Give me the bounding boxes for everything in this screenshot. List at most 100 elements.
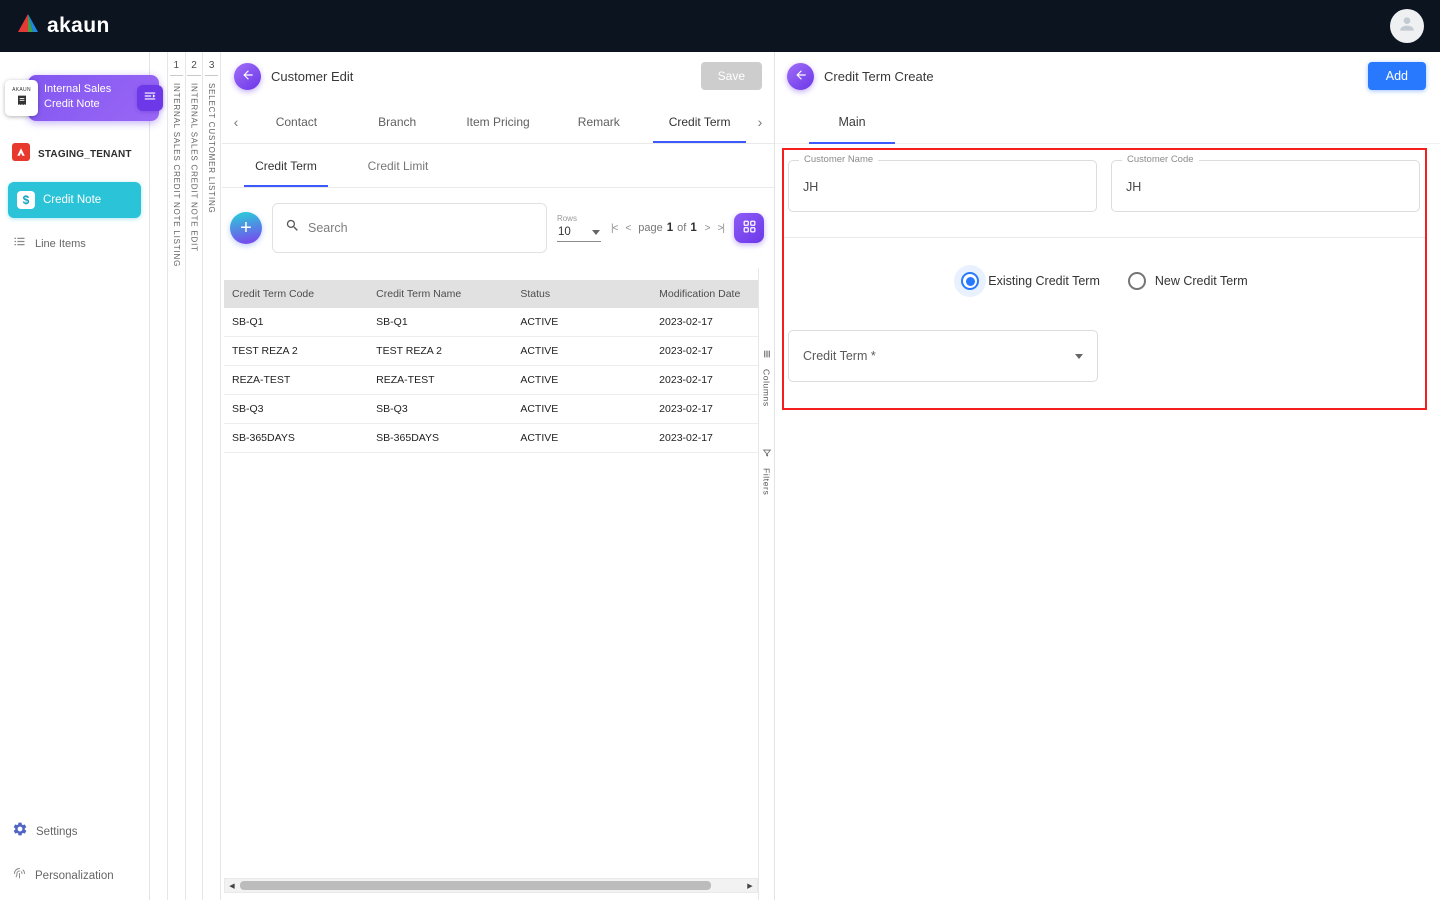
customer-code-input[interactable] [1112,161,1419,211]
arrow-back-icon [794,68,808,85]
brand: akaun [16,12,110,41]
back-button[interactable] [234,63,261,90]
credit-note-icon: $ [17,191,35,209]
pagination: |< < page 1 of 1 > >| [611,222,724,234]
breadcrumb-label: INTERNAL SALES CREDIT NOTE EDIT [190,83,199,252]
customer-name-input[interactable] [789,161,1096,211]
page-indicator: page 1 of 1 [638,222,696,234]
filters-label: Filters [762,468,772,495]
page-title: Customer Edit [271,69,353,84]
sidebar-item-label: Line Items [35,238,86,250]
grid-view-button[interactable] [734,213,764,243]
credit-term-mode-radio-group: Existing Credit Term New Credit Term [784,272,1425,290]
table-header-row: Credit Term Code Credit Term Name Status… [224,280,758,308]
table-row[interactable]: SB-Q1 SB-Q1 ACTIVE 2023-02-17 [224,308,758,337]
menu-toggle-button[interactable] [137,85,163,111]
customer-edit-tabbar: ‹ Contact Branch Item Pricing Remark Cre… [222,100,774,144]
save-button[interactable]: Save [701,62,762,90]
breadcrumb-tab-2[interactable]: 2 INTERNAL SALES CREDIT NOTE EDIT [186,52,204,900]
search-input[interactable] [308,221,534,235]
breadcrumb-number: 3 [205,59,219,76]
radio-label: Existing Credit Term [988,274,1100,288]
customer-code-field: Customer Code [1111,160,1420,212]
table-toolbar: + Rows 10 |< < page [222,188,774,268]
table-row[interactable]: REZA-TEST REZA-TEST ACTIVE 2023-02-17 [224,366,758,395]
table-row[interactable]: TEST REZA 2 TEST REZA 2 ACTIVE 2023-02-1… [224,337,758,366]
credit-term-table: Credit Term Code Credit Term Name Status… [224,280,758,453]
add-credit-term-button[interactable]: + [230,212,262,244]
search-box [272,203,547,253]
credit-term-subtabs: Credit Term Credit Limit [222,144,774,188]
columns-control[interactable]: Columns [762,346,772,407]
create-tabbar: Main [775,100,1440,144]
table-row[interactable]: SB-365DAYS SB-365DAYS ACTIVE 2023-02-17 [224,424,758,453]
next-page-button[interactable]: > [705,223,710,234]
sidebar-item-credit-note[interactable]: $ Credit Note [8,182,141,218]
tab-remark[interactable]: Remark [548,100,649,143]
sidebar-item-label: Credit Note [43,194,101,206]
sidebar-item-settings[interactable]: Settings [0,821,149,842]
user-avatar[interactable] [1390,9,1424,43]
tab-credit-term[interactable]: Credit Term [649,100,750,143]
list-icon [12,234,27,254]
subtab-credit-term[interactable]: Credit Term [230,144,342,187]
tenant-row[interactable]: STAGING_TENANT [0,143,149,166]
sidebar-item-label: Personalization [35,870,114,882]
credit-term-create-header: Credit Term Create Add [775,52,1440,100]
prev-page-button[interactable]: < [625,223,630,234]
sidebar-item-personalization[interactable]: Personalization [0,866,149,886]
tabs-scroll-right[interactable]: › [750,100,770,143]
back-button[interactable] [787,63,814,90]
grid-view-icon [742,219,757,237]
tab-item-pricing[interactable]: Item Pricing [448,100,549,143]
breadcrumb-tab-1[interactable]: 1 INTERNAL SALES CREDIT NOTE LISTING [168,52,186,900]
filters-control[interactable]: Filters [762,445,772,495]
radio-unselected-icon [1128,272,1146,290]
breadcrumb-number: 2 [187,59,201,76]
sidebar-item-line-items[interactable]: Line Items [0,234,149,254]
tab-branch[interactable]: Branch [347,100,448,143]
credit-term-select[interactable]: Credit Term * [788,330,1098,382]
column-header: Credit Term Name [368,280,512,308]
personalization-icon [12,866,27,886]
filter-icon [762,445,772,463]
scroll-right-icon[interactable]: ▶ [743,879,757,892]
page-title: Credit Term Create [824,69,934,84]
person-icon [1397,14,1417,39]
menu-icon [143,89,157,108]
credit-term-create-panel: Credit Term Create Add Main Customer Nam… [775,52,1440,900]
select-caret-icon [1075,354,1083,359]
table-area: Credit Term Code Credit Term Name Status… [222,268,774,900]
radio-new-credit-term[interactable]: New Credit Term [1128,272,1248,290]
scroll-left-icon[interactable]: ◀ [225,879,239,892]
customer-edit-header: Customer Edit Save [222,52,774,100]
column-header: Credit Term Code [224,280,368,308]
tabs-scroll-left[interactable]: ‹ [226,100,246,143]
caret-down-icon [592,230,600,235]
columns-label: Columns [762,369,772,407]
horizontal-scrollbar[interactable]: ◀ ▶ [224,878,758,893]
topbar: akaun [0,0,1440,52]
breadcrumb-number: 1 [170,59,184,76]
scrollbar-thumb[interactable] [240,881,711,890]
tab-contact[interactable]: Contact [246,100,347,143]
rows-per-page-select[interactable]: Rows 10 [557,214,601,242]
table-row[interactable]: SB-Q3 SB-Q3 ACTIVE 2023-02-17 [224,395,758,424]
rows-value: 10 [558,226,571,238]
column-header: Status [512,280,651,308]
radio-existing-credit-term[interactable]: Existing Credit Term [961,272,1100,290]
last-page-button[interactable]: >| [718,223,724,234]
customer-code-label: Customer Code [1122,154,1199,165]
rows-label: Rows [557,214,601,223]
radio-selected-icon [961,272,979,290]
tab-main[interactable]: Main [809,100,895,143]
subtab-credit-limit[interactable]: Credit Limit [342,144,454,187]
credit-term-select-label: Credit Term * [803,349,876,363]
first-page-button[interactable]: |< [611,223,617,234]
breadcrumb-tab-3[interactable]: 3 SELECT CUSTOMER LISTING [203,52,221,900]
tenant-icon [12,143,30,166]
sidebar-item-label: Settings [36,826,78,838]
add-button[interactable]: Add [1368,62,1426,90]
customer-name-label: Customer Name [799,154,878,165]
brand-name: akaun [47,14,110,38]
